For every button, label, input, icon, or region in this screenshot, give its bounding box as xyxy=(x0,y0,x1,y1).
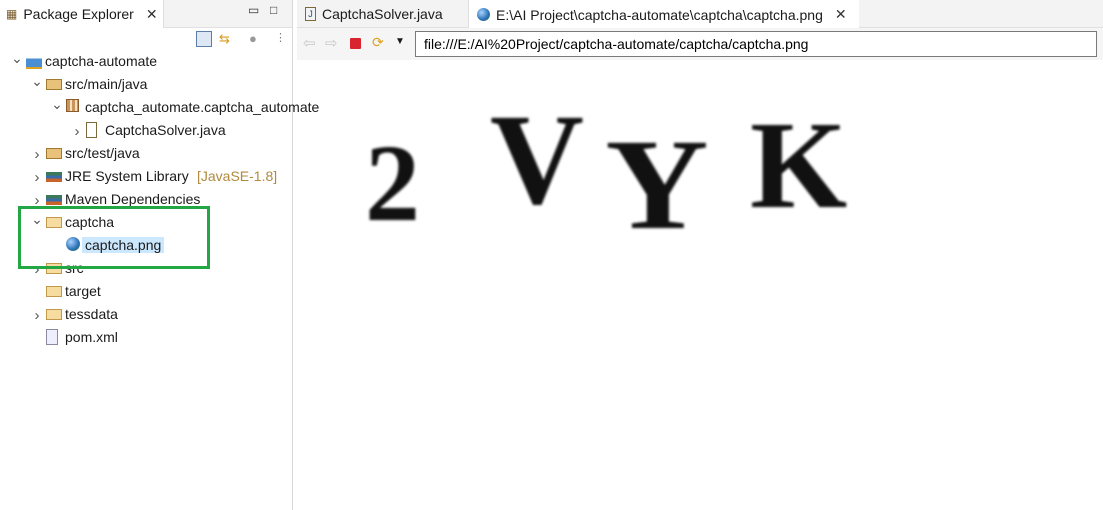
source-folder-icon xyxy=(46,79,62,90)
chevron-right-icon[interactable]: › xyxy=(30,307,44,324)
tree-item[interactable]: ⌄ captcha_automate.captcha_automate xyxy=(0,96,319,118)
package-explorer-icon: ▦ xyxy=(6,7,18,21)
folder-icon xyxy=(46,286,62,297)
editor-tab-bar: J CaptchaSolver.java E:\AI Project\captc… xyxy=(297,0,1103,29)
tree-item[interactable]: › tessdata xyxy=(0,303,293,325)
dropdown-icon[interactable]: ▼ xyxy=(395,36,405,47)
chevron-down-icon[interactable]: ⌄ xyxy=(30,73,44,90)
tab-captchasolver[interactable]: J CaptchaSolver.java xyxy=(297,0,469,28)
captcha-char: 2 xyxy=(365,122,420,244)
explorer-toolbar: ⇆ ● ⋮ xyxy=(0,28,292,50)
chevron-right-icon[interactable]: › xyxy=(70,123,84,140)
captcha-char: K xyxy=(750,97,848,235)
tree-item[interactable]: › JRE System Library [JavaSE-1.8] xyxy=(0,165,293,187)
tab-label: E:\AI Project\captcha-automate\captcha\c… xyxy=(496,6,823,23)
tree-item-label: src/main/java xyxy=(65,76,148,92)
back-icon[interactable]: ⇦ xyxy=(303,34,316,52)
close-icon[interactable]: ✕ xyxy=(835,6,847,23)
captcha-image: 2 V Y K xyxy=(355,88,855,260)
package-icon xyxy=(66,99,79,112)
chevron-right-icon[interactable]: › xyxy=(30,146,44,163)
tab-captcha-png[interactable]: E:\AI Project\captcha-automate\captcha\c… xyxy=(469,0,859,29)
tree-item-label: captcha_automate.captcha_automate xyxy=(85,99,320,115)
tab-label: CaptchaSolver.java xyxy=(322,6,443,22)
tree-item-label: target xyxy=(65,283,101,299)
editor-area: J CaptchaSolver.java E:\AI Project\captc… xyxy=(297,0,1103,510)
tree-item[interactable]: ⌄ src/main/java xyxy=(0,73,293,95)
tree-item-label: src/test/java xyxy=(65,145,140,161)
filter-icon[interactable]: ● xyxy=(249,31,265,47)
captcha-char: Y xyxy=(605,113,709,257)
tree-item[interactable]: › src/test/java xyxy=(0,142,293,164)
tree-item[interactable]: target xyxy=(0,280,293,302)
forward-icon[interactable]: ⇨ xyxy=(325,34,338,52)
stop-icon[interactable] xyxy=(350,38,361,49)
minimize-icon[interactable]: ▭ xyxy=(248,3,260,17)
globe-icon xyxy=(477,8,490,21)
maven-project-icon xyxy=(26,53,42,69)
maximize-icon[interactable]: □ xyxy=(270,3,282,17)
tree-item-decoration: [JavaSE-1.8] xyxy=(197,168,278,184)
highlight-box xyxy=(18,206,210,269)
folder-icon xyxy=(46,309,62,320)
source-folder-icon xyxy=(46,148,62,159)
browser-toolbar: ⇦ ⇨ ⟳ ▼ xyxy=(297,28,1103,60)
java-file-icon: J xyxy=(305,7,316,21)
library-icon xyxy=(46,195,62,205)
panel-tab-bar: ▦ Package Explorer ✕ ▭ □ xyxy=(0,0,292,28)
collapse-all-icon[interactable] xyxy=(196,31,212,47)
link-with-editor-icon[interactable]: ⇆ xyxy=(219,31,235,47)
refresh-icon[interactable]: ⟳ xyxy=(372,34,384,51)
tree-item[interactable]: ⌄ captcha-automate xyxy=(0,50,293,72)
tree-item-label: captcha-automate xyxy=(45,53,158,69)
tree-item-label: Maven Dependencies xyxy=(65,191,201,207)
tab-package-explorer[interactable]: ▦ Package Explorer ✕ xyxy=(0,0,164,28)
maven-pom-icon xyxy=(46,329,58,345)
tree-item-label: pom.xml xyxy=(65,329,118,345)
library-icon xyxy=(46,172,62,182)
tree-item[interactable]: › CaptchaSolver.java xyxy=(0,119,293,141)
tree-item-label: tessdata xyxy=(65,306,118,322)
tree-item-label: JRE System Library xyxy=(65,168,189,184)
chevron-down-icon[interactable]: ⌄ xyxy=(50,96,64,113)
chevron-down-icon[interactable]: ⌄ xyxy=(10,50,24,67)
view-menu-icon[interactable]: ⋮ xyxy=(275,31,291,47)
chevron-right-icon[interactable]: › xyxy=(30,169,44,186)
java-file-icon xyxy=(86,122,97,138)
captcha-char: V xyxy=(490,88,584,232)
tree-item-label: CaptchaSolver.java xyxy=(105,122,226,138)
close-icon[interactable]: ✕ xyxy=(146,6,158,23)
tree-item[interactable]: pom.xml xyxy=(0,326,293,348)
package-explorer-panel: ▦ Package Explorer ✕ ▭ □ ⇆ ● ⋮ ⌄ captcha-… xyxy=(0,0,319,510)
url-input[interactable] xyxy=(415,31,1097,57)
tab-label: Package Explorer xyxy=(23,6,134,22)
